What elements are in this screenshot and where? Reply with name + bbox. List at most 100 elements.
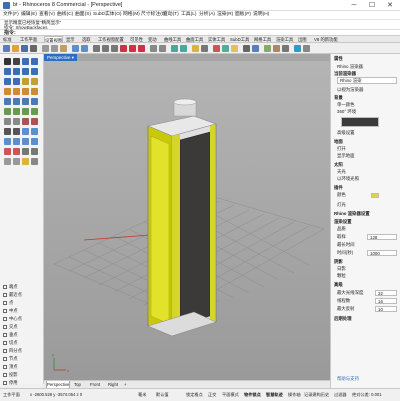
tab-mesh-tools[interactable]: 网格工具: [254, 36, 271, 43]
viewport-max-icon[interactable]: [159, 45, 166, 52]
skylight-option[interactable]: 天光: [337, 169, 346, 175]
time-input[interactable]: 1000: [367, 250, 397, 256]
ray-depth-input[interactable]: 32: [375, 290, 397, 296]
pan-icon[interactable]: [93, 45, 100, 52]
scale-icon[interactable]: [13, 138, 20, 145]
menu-view[interactable]: 查看(V): [39, 11, 55, 19]
tab-viewport-layout[interactable]: 工作视窗配置: [98, 36, 124, 43]
tab-new-in-v8[interactable]: V8 的新功能: [314, 36, 338, 43]
toggle-history[interactable]: 记录建构历史: [304, 389, 329, 401]
cplane-icon[interactable]: [171, 45, 178, 52]
help-icon[interactable]: [252, 45, 259, 52]
osnap-project[interactable]: 投影: [3, 371, 41, 378]
advanced-section[interactable]: 高级: [334, 282, 343, 288]
tab-solid-tools[interactable]: 实体工具: [208, 36, 225, 43]
viewport-4-icon[interactable]: [150, 45, 157, 52]
offset-icon[interactable]: [31, 78, 38, 85]
boolean-union-icon[interactable]: [4, 108, 11, 115]
subd-icon[interactable]: [13, 118, 20, 125]
osnap-center[interactable]: 中心点: [3, 315, 41, 322]
curve-icon[interactable]: [4, 68, 11, 75]
ground-section[interactable]: 地面: [334, 139, 343, 145]
tab-subd-tools[interactable]: SubD工具: [230, 36, 249, 43]
toggle-grid-snap[interactable]: 锁定格点: [186, 389, 203, 401]
toggle-gumball[interactable]: 操作轴: [288, 389, 301, 401]
tab-render-tools[interactable]: 渲染工具: [276, 36, 293, 43]
minimize-button[interactable]: ─: [346, 1, 362, 10]
script-icon[interactable]: [303, 45, 310, 52]
tab-drafting[interactable]: 出图: [298, 36, 307, 43]
grasshopper-icon[interactable]: [294, 45, 301, 52]
maximize-button[interactable]: ☐: [364, 1, 380, 10]
cut-icon[interactable]: [42, 45, 49, 52]
toggle-planar[interactable]: 平面模式: [222, 389, 239, 401]
osnap-mid[interactable]: 中点: [3, 307, 41, 314]
split-icon[interactable]: [31, 118, 38, 125]
text-icon[interactable]: [13, 148, 20, 155]
boolean-diff-icon[interactable]: [13, 108, 20, 115]
tab-standard[interactable]: 标准: [3, 36, 12, 43]
render-settings-section[interactable]: 渲染设置: [334, 219, 352, 225]
command-line[interactable]: 指令:: [0, 29, 400, 36]
shadows-section[interactable]: 阴影: [334, 259, 343, 265]
sphere-icon[interactable]: [13, 98, 20, 105]
render-icon[interactable]: [213, 45, 220, 52]
advanced-settings-link[interactable]: 高级设置: [337, 130, 355, 136]
lights-item[interactable]: 灯光: [337, 202, 346, 208]
cplane-3pt-icon[interactable]: [180, 45, 187, 52]
rendered-icon[interactable]: [273, 45, 280, 52]
menu-panels[interactable]: 面板(P): [235, 11, 251, 19]
threads-input[interactable]: 16: [375, 298, 397, 304]
options-icon[interactable]: [243, 45, 250, 52]
save-icon[interactable]: [21, 45, 28, 52]
menu-surface[interactable]: 曲面(S): [75, 11, 91, 19]
hatch-icon[interactable]: [22, 148, 29, 155]
circle-icon[interactable]: [13, 68, 20, 75]
zoom-extents-icon[interactable]: [120, 45, 127, 52]
zoom-window-icon[interactable]: [129, 45, 136, 52]
analyze-icon[interactable]: [4, 158, 11, 165]
background-section[interactable]: 背景: [334, 95, 343, 101]
mirror-icon[interactable]: [22, 138, 29, 145]
rhino-render-settings[interactable]: Rhino 渲染器设置: [334, 211, 370, 217]
tab-display[interactable]: 显示: [66, 36, 75, 43]
join-icon[interactable]: [4, 128, 11, 135]
solid-color-option[interactable]: 单一颜色: [337, 102, 355, 108]
menu-analyze[interactable]: 分析(A): [199, 11, 215, 19]
render-preview-icon[interactable]: [22, 158, 29, 165]
ground-on[interactable]: 打开: [337, 146, 346, 152]
menu-edit[interactable]: 编辑(E): [21, 11, 37, 19]
open-folder-icon[interactable]: [12, 45, 19, 52]
osnap-tangent[interactable]: 切点: [3, 339, 41, 346]
tab-transform[interactable]: 变动: [148, 36, 157, 43]
env-360-option[interactable]: 360° 环境: [337, 109, 356, 115]
menu-render[interactable]: 渲染(R): [217, 11, 233, 19]
view-as-renderer[interactable]: 以视为渲染器: [337, 87, 363, 93]
menu-subd[interactable]: SubD: [93, 11, 105, 19]
show-ground[interactable]: 显示地面: [337, 153, 355, 159]
explode-icon[interactable]: [13, 128, 20, 135]
shell-icon[interactable]: [31, 108, 38, 115]
menu-curve[interactable]: 曲线(C): [57, 11, 73, 19]
help-support-link[interactable]: 帮助与支持: [337, 376, 359, 382]
tab-select[interactable]: 选取: [82, 36, 91, 43]
osnap-knot[interactable]: 节点: [3, 355, 41, 362]
color-swatch[interactable]: [371, 193, 379, 198]
menu-help[interactable]: 说明(H): [253, 11, 269, 19]
block-icon[interactable]: [31, 148, 38, 155]
osnap-end[interactable]: 端点: [3, 283, 41, 290]
extrude-icon[interactable]: [31, 98, 38, 105]
paste-icon[interactable]: [60, 45, 67, 52]
polygon-icon[interactable]: [13, 78, 20, 85]
menu-file[interactable]: 文件(F): [3, 11, 19, 19]
move-icon[interactable]: [22, 128, 29, 135]
layer-label[interactable]: 默认值: [156, 389, 169, 401]
max-bounce-input[interactable]: 10: [375, 306, 397, 312]
rotate-view-icon[interactable]: [102, 45, 109, 52]
osnap-perp[interactable]: 垂点: [3, 331, 41, 338]
post-processing-section[interactable]: 后期处理: [334, 316, 352, 322]
fillet-edge-icon[interactable]: [22, 108, 29, 115]
zoom-selected-icon[interactable]: [138, 45, 145, 52]
loft-icon[interactable]: [13, 88, 20, 95]
tab-surface-tools[interactable]: 曲面工具: [186, 36, 203, 43]
